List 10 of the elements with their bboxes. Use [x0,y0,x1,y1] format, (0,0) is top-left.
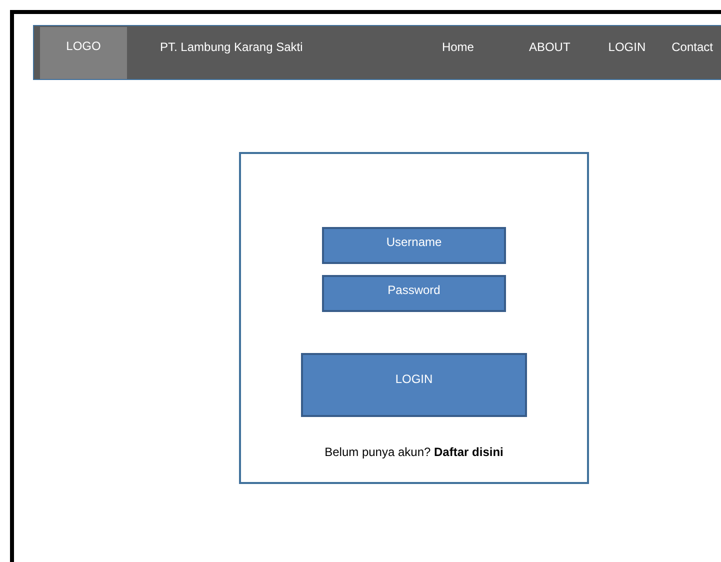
login-button[interactable]: LOGIN [301,353,527,417]
signup-text: Belum punya akun? Daftar disini [324,445,504,459]
company-name: PT. Lambung Karang Sakti [160,40,303,56]
nav-link[interactable]: Home [442,40,474,79]
nav-link[interactable]: ABOUT [528,40,570,79]
input-field[interactable]: Password [322,275,506,312]
nav-link[interactable]: LOGIN [608,40,646,79]
logo: LOGO [40,27,127,79]
input-field[interactable]: Username [322,227,506,264]
nav-link[interactable]: Contact [672,40,713,79]
